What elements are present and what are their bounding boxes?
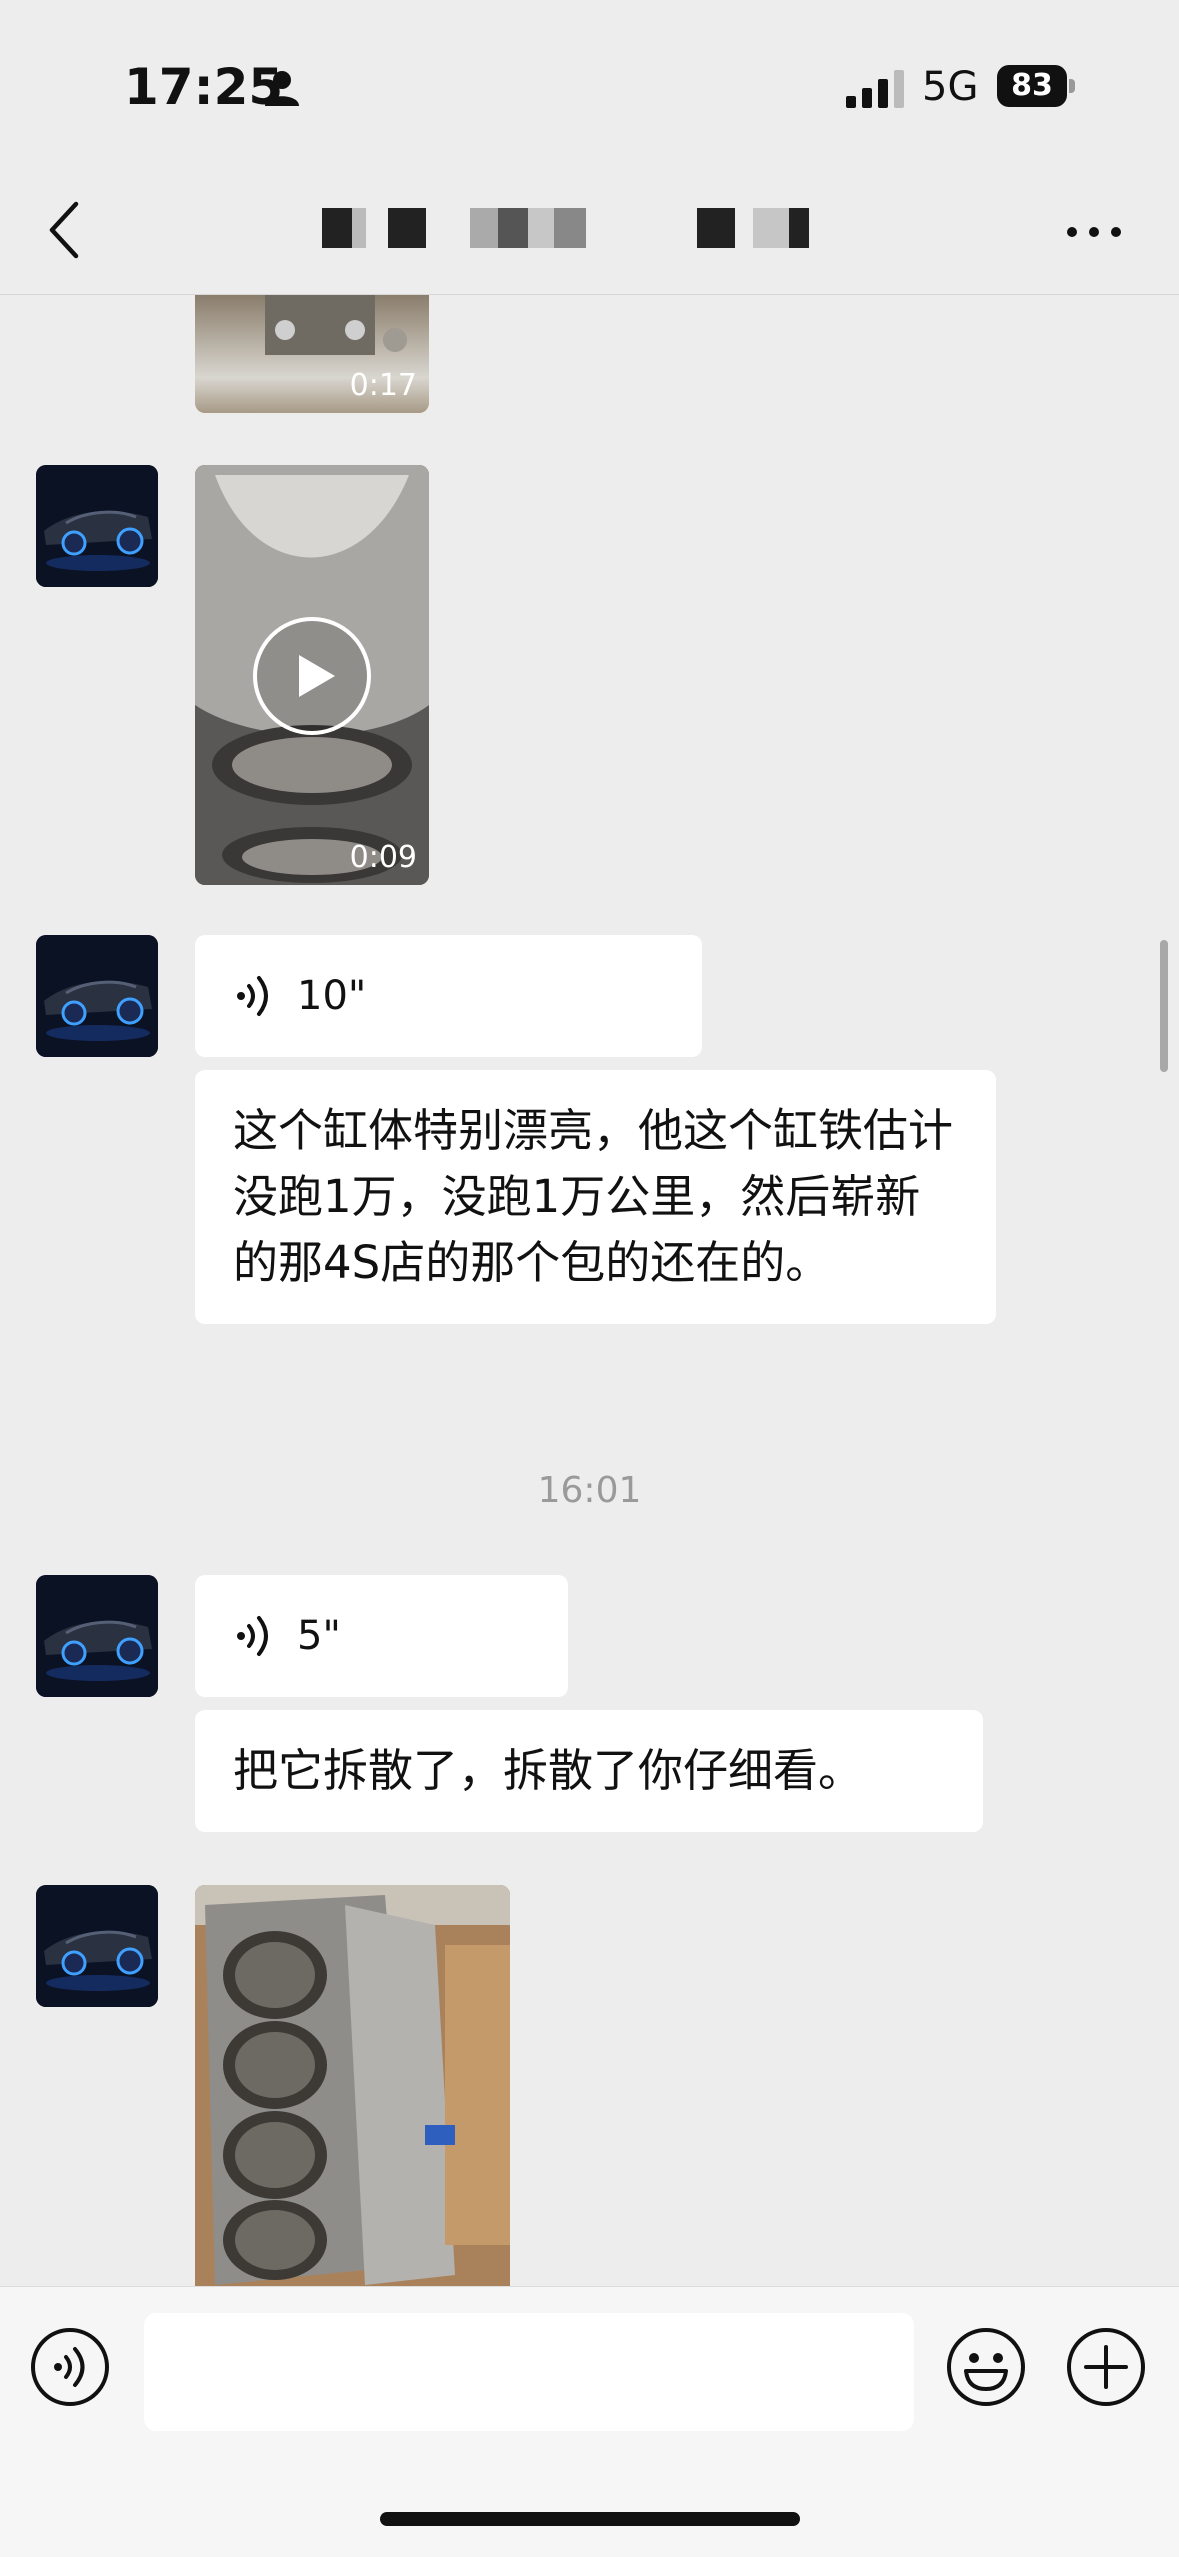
text-message[interactable]: 这个缸体特别漂亮，他这个缸铁估计没跑1万，没跑1万公里，然后崭新的那4S店的那个… (195, 1070, 996, 1324)
car-avatar-image (36, 1885, 158, 2007)
voice-message[interactable]: 5" (195, 1575, 568, 1697)
avatar[interactable] (36, 935, 158, 1057)
emoji-icon[interactable] (946, 2327, 1026, 2407)
message-input[interactable] (144, 2313, 914, 2431)
chat-timestamp: 16:01 (537, 1470, 642, 1511)
chat-area: 0:17 0:09 10" 这个缸体特别漂亮，他这个缸铁估计没跑1万，没跑1万公… (0, 295, 1179, 2295)
voice-duration: 10" (297, 973, 367, 1019)
network-type: 5G (922, 64, 979, 110)
home-indicator[interactable] (380, 2512, 800, 2526)
car-avatar-image (36, 1575, 158, 1697)
text-message[interactable]: 把它拆散了，拆散了你仔细看。 (195, 1710, 983, 1832)
image-message[interactable] (195, 1885, 510, 2295)
play-icon[interactable] (251, 615, 373, 737)
signal-icon (846, 70, 904, 108)
status-time: 17:25 (124, 58, 284, 116)
car-avatar-image (36, 465, 158, 587)
more-icon[interactable] (1064, 220, 1124, 244)
battery-level: 83 (997, 65, 1067, 107)
avatar[interactable] (36, 1885, 158, 2007)
video-message[interactable]: 0:09 (195, 465, 429, 885)
person-icon (265, 71, 299, 106)
voice-duration: 5" (297, 1613, 341, 1659)
voice-message[interactable]: 10" (195, 935, 702, 1057)
video-duration: 0:17 (349, 368, 417, 403)
input-bar (0, 2286, 1179, 2557)
status-bar: 17:25 5G 83 (0, 0, 1179, 170)
plus-icon[interactable] (1066, 2327, 1146, 2407)
voice-icon[interactable] (30, 2327, 110, 2407)
avatar[interactable] (36, 1575, 158, 1697)
scrollbar[interactable] (1160, 940, 1168, 1072)
engine-block-image (195, 1885, 510, 2295)
video-duration: 0:09 (349, 840, 417, 875)
battery-icon: 83 (997, 65, 1077, 107)
voice-icon (237, 1616, 268, 1656)
avatar[interactable] (36, 465, 158, 587)
voice-icon (237, 976, 268, 1016)
nav-bar (0, 170, 1179, 295)
car-avatar-image (36, 935, 158, 1057)
back-icon[interactable] (44, 200, 84, 260)
video-message[interactable]: 0:17 (195, 295, 429, 413)
